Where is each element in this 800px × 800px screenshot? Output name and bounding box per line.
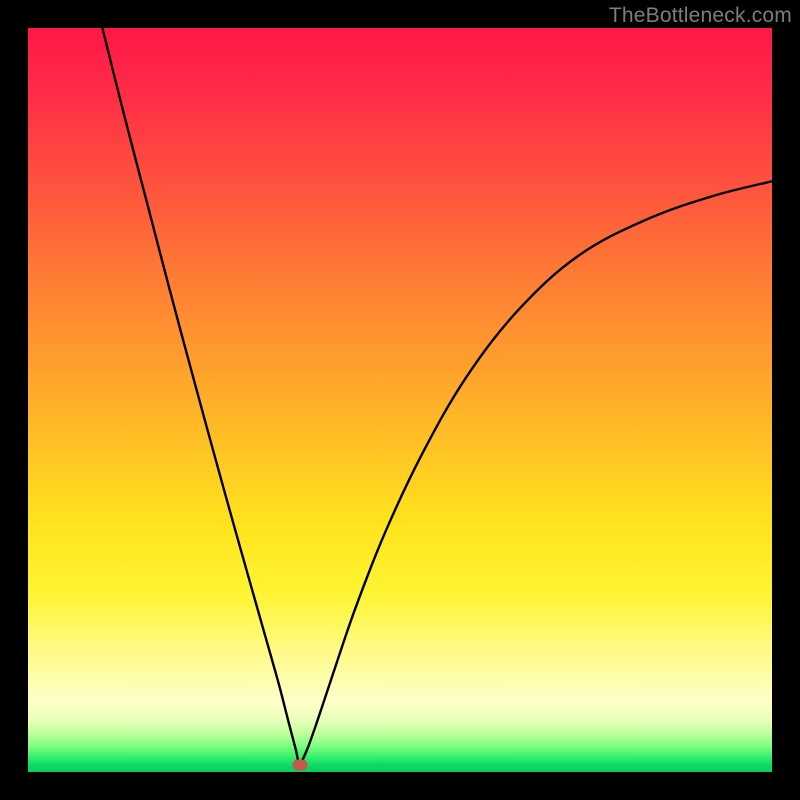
chart-plot-area (28, 28, 772, 772)
optimal-point-marker (292, 759, 307, 770)
chart-frame: TheBottleneck.com (0, 0, 800, 800)
watermark-text: TheBottleneck.com (609, 4, 792, 28)
bottleneck-curve (28, 28, 772, 772)
